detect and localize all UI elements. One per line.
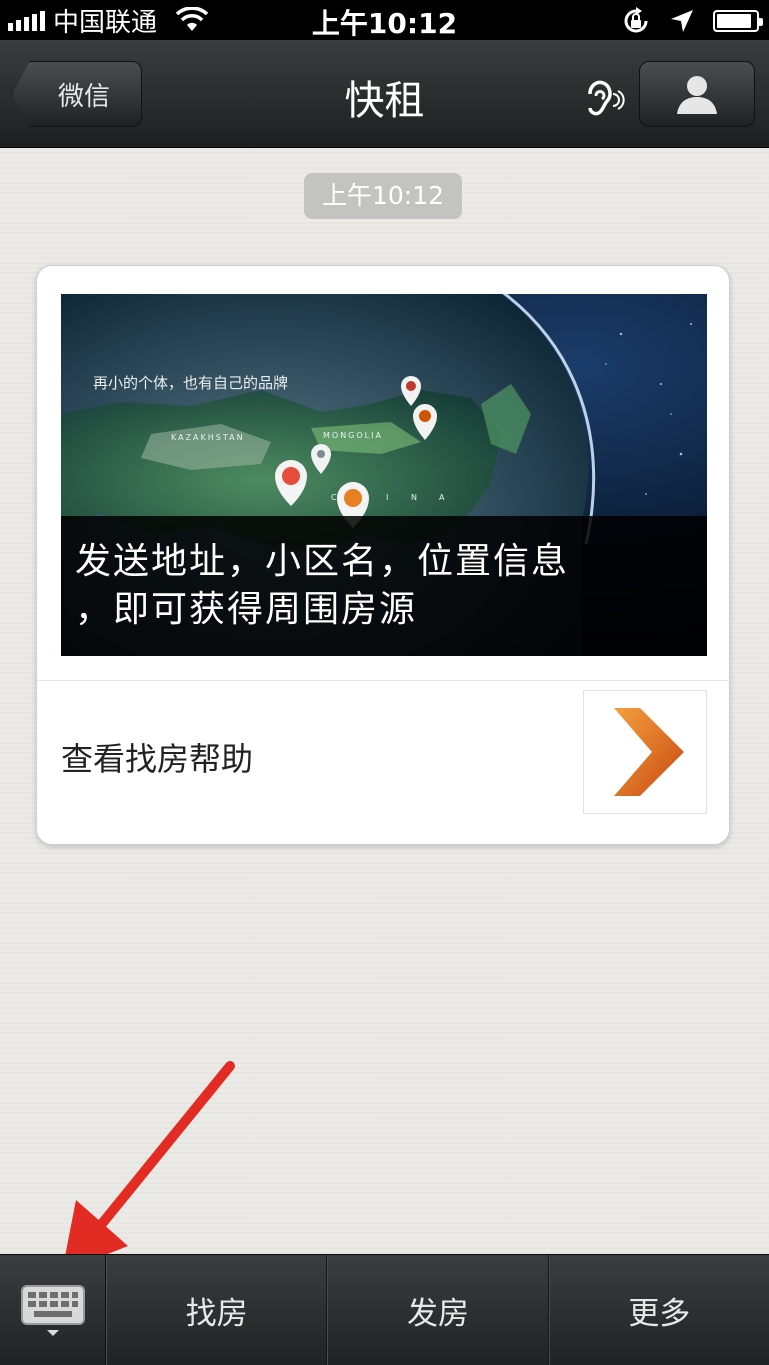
navigation-bar: 微信 快租 <box>0 40 769 148</box>
keyboard-toggle-button[interactable] <box>0 1255 106 1365</box>
battery-icon <box>713 10 763 32</box>
find-house-help-link[interactable]: 查看找房帮助 <box>61 734 253 780</box>
banner-caption-line: ，即可获得周围房源 <box>75 589 418 630</box>
menu-item-label: 发房 <box>406 1295 469 1332</box>
chevron-right-icon <box>614 708 684 796</box>
banner-caption: 发送地址，小区名，位置信息 ，即可获得周围房源 <box>61 516 707 656</box>
card-divider <box>37 680 731 681</box>
map-label-china-i: I <box>386 493 388 502</box>
earpiece-mode-icon[interactable] <box>582 78 626 118</box>
message-timestamp: 上午10:12 <box>304 173 462 219</box>
menu-item-more[interactable]: 更多 <box>548 1255 769 1365</box>
rotation-lock-icon <box>624 7 648 33</box>
map-label-china-n: N <box>411 493 417 502</box>
banner-tagline: 再小的个体，也有自己的品牌 <box>93 374 289 392</box>
menu-item-find-house[interactable]: 找房 <box>106 1255 328 1365</box>
map-label-china-c: C <box>331 493 337 502</box>
profile-button[interactable] <box>639 61 755 127</box>
status-bar: 中国联通 上午10:12 <box>0 0 769 40</box>
custom-menu-bar: 找房 发房 更多 <box>0 1254 769 1365</box>
map-label-kazakhstan: KAZAKHSTAN <box>171 433 245 442</box>
location-arrow-icon <box>671 10 693 32</box>
article-thumbnail[interactable] <box>583 690 707 814</box>
keyboard-icon <box>20 1284 85 1336</box>
banner-caption-line: 发送地址，小区名，位置信息 <box>75 541 570 582</box>
article-banner-image[interactable]: KAZAKHSTAN MONGOLIA C H I N A 再小的个体，也有 <box>61 294 707 656</box>
chat-area[interactable]: 上午10:12 KAZAKHSTAN MONGOLIA C I N A 再小的个… <box>0 149 769 1254</box>
menu-item-label: 找房 <box>185 1295 248 1332</box>
map-label-china-a: A <box>439 493 445 502</box>
map-label-mongolia: MONGOLIA <box>323 431 383 440</box>
user-icon <box>677 76 717 114</box>
menu-item-post-house[interactable]: 发房 <box>327 1255 549 1365</box>
article-card[interactable]: KAZAKHSTAN MONGOLIA C H I N A 再小的个体，也有 <box>36 265 731 845</box>
menu-item-label: 更多 <box>628 1295 691 1332</box>
